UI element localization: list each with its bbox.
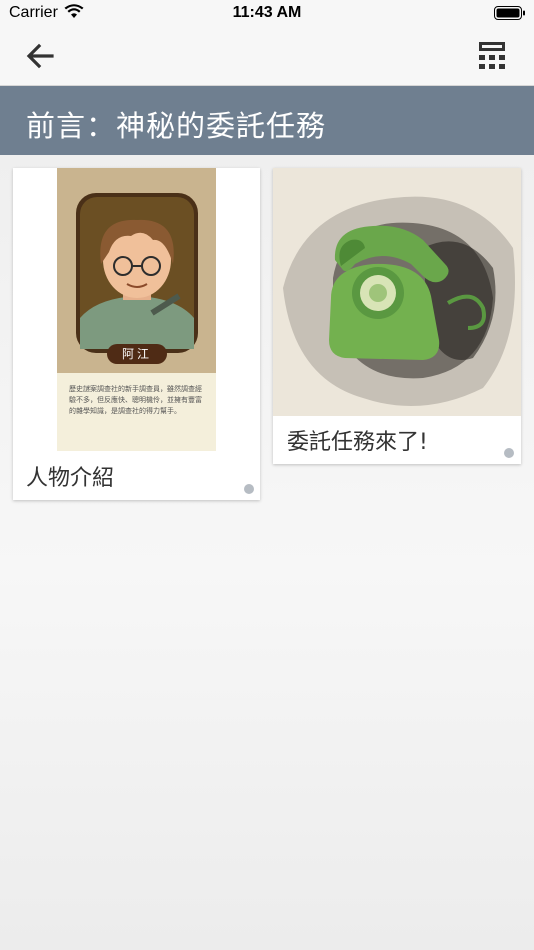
- back-button[interactable]: [22, 40, 60, 72]
- character-profile-image: 阿江 歷史謎案調查社的新手調查員，雖然調查經驗不多，但反應快、聰明機伶，並擁有豐…: [57, 168, 216, 451]
- status-bar: Carrier 11:43 AM: [0, 0, 534, 28]
- battery-icon: [494, 6, 525, 20]
- menu-grid-button[interactable]: [476, 40, 510, 74]
- rotary-phone-icon: [273, 168, 521, 416]
- card-title: 委託任務來了!: [287, 430, 428, 455]
- commission-task-card[interactable]: 委託任務來了!: [273, 168, 521, 464]
- arrow-left-icon: [26, 43, 54, 69]
- unread-indicator-dot: [244, 484, 254, 494]
- character-description: 歷史謎案調查社的新手調查員，雖然調查經驗不多，但反應快、聰明機伶，並擁有豐富的雜…: [69, 385, 202, 415]
- portrait-illustration: [57, 168, 216, 373]
- unread-indicator-dot: [504, 448, 514, 458]
- card-title: 人物介紹: [26, 466, 115, 491]
- page-title: 前言：神秘的委託任務: [26, 109, 327, 143]
- section-header: 前言：神秘的委託任務: [0, 86, 534, 155]
- character-name-tag: 阿江: [107, 344, 167, 364]
- grid-menu-icon: [479, 42, 505, 69]
- navigation-bar: [0, 28, 534, 86]
- character-intro-card[interactable]: 阿江 歷史謎案調查社的新手調查員，雖然調查經驗不多，但反應快、聰明機伶，並擁有豐…: [13, 168, 260, 500]
- character-portrait: [57, 168, 216, 373]
- clock: 11:43 AM: [232, 4, 302, 21]
